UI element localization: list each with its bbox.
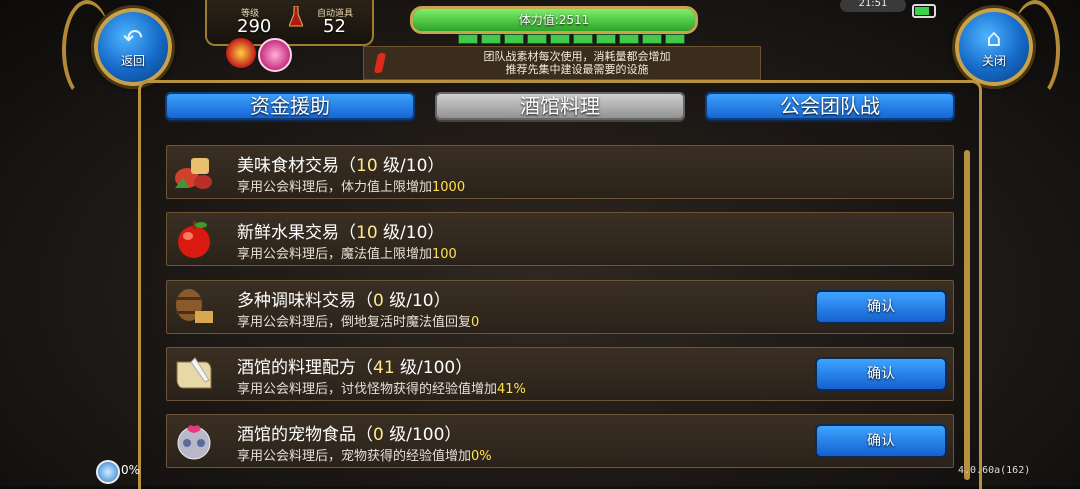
apple-icon [173,219,215,259]
item-description: 享用公会料理后，讨伐怪物获得的经验值增加41% [237,378,526,397]
item-description: 享用公会料理后，魔法值上限增加100 [237,243,457,262]
home-icon: ⌂ [986,23,1002,52]
potion-flask-icon [288,5,304,28]
list-item: 多种调味料交易（0 级/10） 享用公会料理后，倒地复活时魔法值回复0 确认 [166,280,954,334]
item-title: 酒馆的料理配方（41 级/100） [237,353,472,378]
item-title: 多种调味料交易（0 级/10） [237,286,451,311]
item-level-max: 级/10） [377,156,445,176]
tab-guild-raid[interactable]: 公会团队战 [705,92,955,120]
list-item: 新鲜水果交易（10 级/10） 享用公会料理后，魔法值上限增加100 [166,212,954,266]
hp-bar: 体力值:2511 [410,6,698,34]
back-arrow-icon: ↶ [122,23,144,52]
item-desc-text: 享用公会料理后，倒地复活时魔法值回复 [237,315,472,330]
medal-icon[interactable] [226,38,256,68]
item-description: 享用公会料理后，倒地复活时魔法值回复0 [237,311,479,330]
item-bonus-value: 0 [471,315,480,330]
item-desc-text: 享用公会料理后，讨伐怪物获得的经验值增加 [237,382,498,397]
notice-line-2: 推荐先集中建设最需要的设施 [505,63,649,76]
barrel-icon [173,287,215,327]
item-bonus-value: 100 [432,247,457,262]
item-title: 酒馆的宠物食品（0 级/100） [237,420,461,445]
back-button[interactable]: ↶ 返回 [94,8,172,86]
item-level: 0 [373,425,384,445]
auto-item-value: 52 [323,16,346,37]
item-level: 41 [373,358,395,378]
item-desc-text: 享用公会料理后，宠物获得的经验值增加 [237,449,472,464]
pet-food-icon [173,421,215,461]
hp-text: 体力值:2511 [518,13,590,27]
stamina-segments [458,34,685,44]
item-level-max: 级/10） [377,223,445,243]
notice-line-1: 团队战素材每次使用，消耗量都会增加 [483,50,671,63]
stamina-segment [481,34,501,44]
stamina-segment [550,34,570,44]
item-level-max: 级/10） [383,291,451,311]
stamina-segment [504,34,524,44]
player-stats-panel: 等级 290 自动道具 52 [205,0,374,46]
food-icon [173,152,215,192]
scrollbar-thumb[interactable] [964,150,970,480]
item-description: 享用公会料理后，宠物获得的经验值增加0% [237,445,492,464]
item-level: 10 [356,223,378,243]
item-level-max: 级/100） [383,425,462,445]
recipe-scroll-icon [173,354,215,394]
level-value: 290 [237,16,272,37]
item-desc-text: 享用公会料理后，体力值上限增加 [237,180,433,195]
item-title: 美味食材交易（10 级/10） [237,151,444,176]
close-button[interactable]: ⌂ 关闭 [955,8,1033,86]
item-name: 美味食材交易（ [237,156,356,176]
tab-funding[interactable]: 资金援助 [165,92,415,120]
item-level: 0 [373,291,384,311]
stamina-segment [596,34,616,44]
notice-banner: 团队战素材每次使用，消耗量都会增加 推荐先集中建设最需要的设施 [363,46,761,80]
list-item: 酒馆的料理配方（41 级/100） 享用公会料理后，讨伐怪物获得的经验值增加41… [166,347,954,401]
stamina-segment [527,34,547,44]
confirm-button[interactable]: 确认 [815,290,947,324]
item-bonus-value: 0% [471,449,492,464]
gift-box-icon[interactable] [258,38,292,72]
item-bonus-value: 1000 [432,180,466,195]
item-name: 多种调味料交易（ [237,291,373,311]
item-name: 酒馆的料理配方（ [237,358,373,378]
item-title: 新鲜水果交易（10 级/10） [237,218,444,243]
item-bonus-value: 41% [497,382,526,397]
battery-icon [912,4,936,18]
item-level: 10 [356,156,378,176]
version-label: 4.0.60a(162) [958,465,1031,476]
item-description: 享用公会料理后，体力值上限增加1000 [237,176,465,195]
list-item: 美味食材交易（10 级/10） 享用公会料理后，体力值上限增加1000 [166,145,954,199]
stamina-segment [665,34,685,44]
stamina-segment [642,34,662,44]
back-button-label: 返回 [120,53,145,68]
exclamation-icon [373,53,387,73]
stamina-segment [619,34,639,44]
item-level-max: 级/100） [394,358,473,378]
confirm-button[interactable]: 确认 [815,424,947,458]
progress-percent: 0% [121,463,141,477]
tab-tavern-cooking[interactable]: 酒馆料理 [435,92,685,120]
stamina-segment [458,34,478,44]
stamina-segment [573,34,593,44]
sync-icon [96,460,120,484]
item-name: 新鲜水果交易（ [237,223,356,243]
close-button-label: 关闭 [981,53,1006,68]
list-item: 酒馆的宠物食品（0 级/100） 享用公会料理后，宠物获得的经验值增加0% 确认 [166,414,954,468]
item-desc-text: 享用公会料理后，魔法值上限增加 [237,247,433,262]
clock: 21:51 [840,0,906,12]
confirm-button[interactable]: 确认 [815,357,947,391]
item-name: 酒馆的宠物食品（ [237,425,373,445]
